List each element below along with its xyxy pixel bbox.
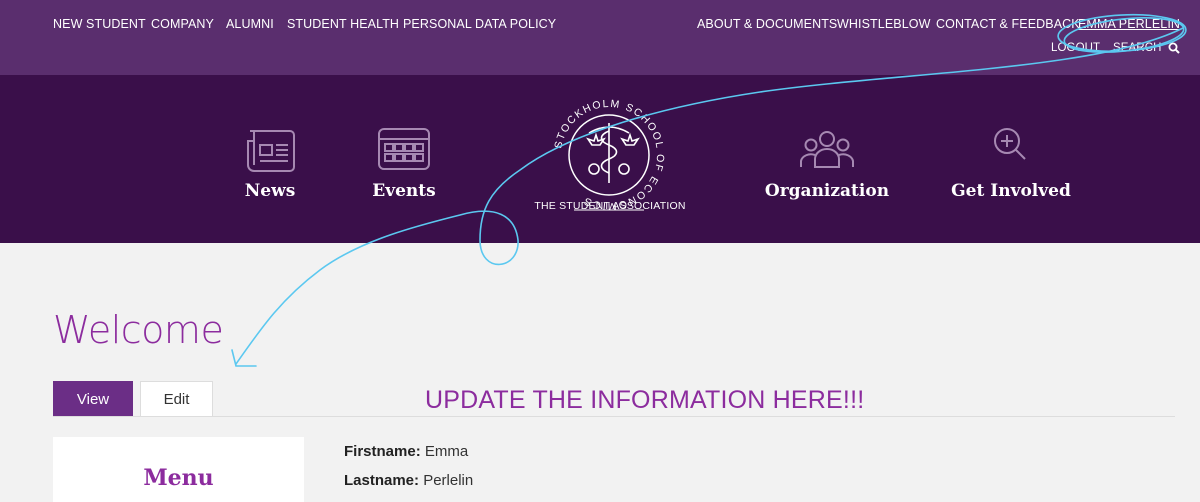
annotation-arrow-head	[231, 349, 257, 367]
nav-link-new-student[interactable]: NEW STUDENT	[53, 17, 146, 31]
nav-news[interactable]: News	[200, 123, 340, 201]
nav-organization-label: Organization	[764, 181, 890, 201]
search-link[interactable]: SEARCH	[1113, 42, 1180, 54]
tab-view[interactable]: View	[53, 381, 133, 417]
brand-header: News Events STOCKHOLM SCHOOL OF ECONOMIC…	[0, 75, 1200, 243]
firstname-field: Firstname: Emma	[344, 443, 468, 460]
people-icon	[800, 131, 854, 168]
newspaper-icon	[247, 130, 295, 172]
zoom-in-icon	[994, 128, 1026, 160]
tab-edit[interactable]: Edit	[140, 381, 213, 417]
lastname-label: Lastname:	[344, 472, 420, 489]
nav-events-label: Events	[372, 181, 436, 201]
update-notice: UPDATE THE INFORMATION HERE!!!	[425, 386, 865, 414]
firstname-label: Firstname:	[344, 443, 421, 460]
calendar-icon	[378, 128, 430, 170]
nav-organization[interactable]: Organization	[757, 123, 897, 201]
nav-link-company[interactable]: COMPANY	[151, 17, 214, 31]
lastname-field: Lastname: Perlelin	[344, 472, 473, 489]
nav-link-student-health[interactable]: STUDENT HEALTH	[287, 17, 399, 31]
top-navigation-bar: NEW STUDENT COMPANY ALUMNI STUDENT HEALT…	[0, 0, 1200, 75]
tab-divider	[53, 416, 1175, 417]
search-label: SEARCH	[1113, 42, 1162, 54]
logout-link[interactable]: LOGOUT	[1051, 42, 1100, 54]
student-association-label: THE STUDENT ASSOCIATION	[534, 200, 686, 212]
menu-title: Menu	[143, 465, 214, 491]
nav-get-involved[interactable]: Get Involved	[941, 123, 1081, 201]
page-title: Welcome	[53, 308, 224, 352]
search-icon	[1168, 42, 1180, 54]
nav-news-label: News	[244, 181, 296, 201]
nav-link-about-documents[interactable]: ABOUT & DOCUMENTS	[697, 17, 837, 31]
nav-link-personal-data-policy[interactable]: PERSONAL DATA POLICY	[403, 17, 556, 31]
nav-get-involved-label: Get Involved	[951, 181, 1071, 201]
nav-link-alumni[interactable]: ALUMNI	[226, 17, 274, 31]
user-account-link[interactable]: EMMA PERLELIN	[1078, 17, 1180, 31]
nav-link-whistleblow[interactable]: WHISTLEBLOW	[837, 17, 930, 31]
sidebar-menu: Menu	[53, 437, 304, 502]
lastname-value: Perlelin	[423, 472, 474, 489]
nav-events[interactable]: Events	[334, 123, 474, 201]
firstname-value: Emma	[424, 443, 469, 460]
nav-link-contact-feedback[interactable]: CONTACT & FEEDBACK	[936, 17, 1080, 31]
